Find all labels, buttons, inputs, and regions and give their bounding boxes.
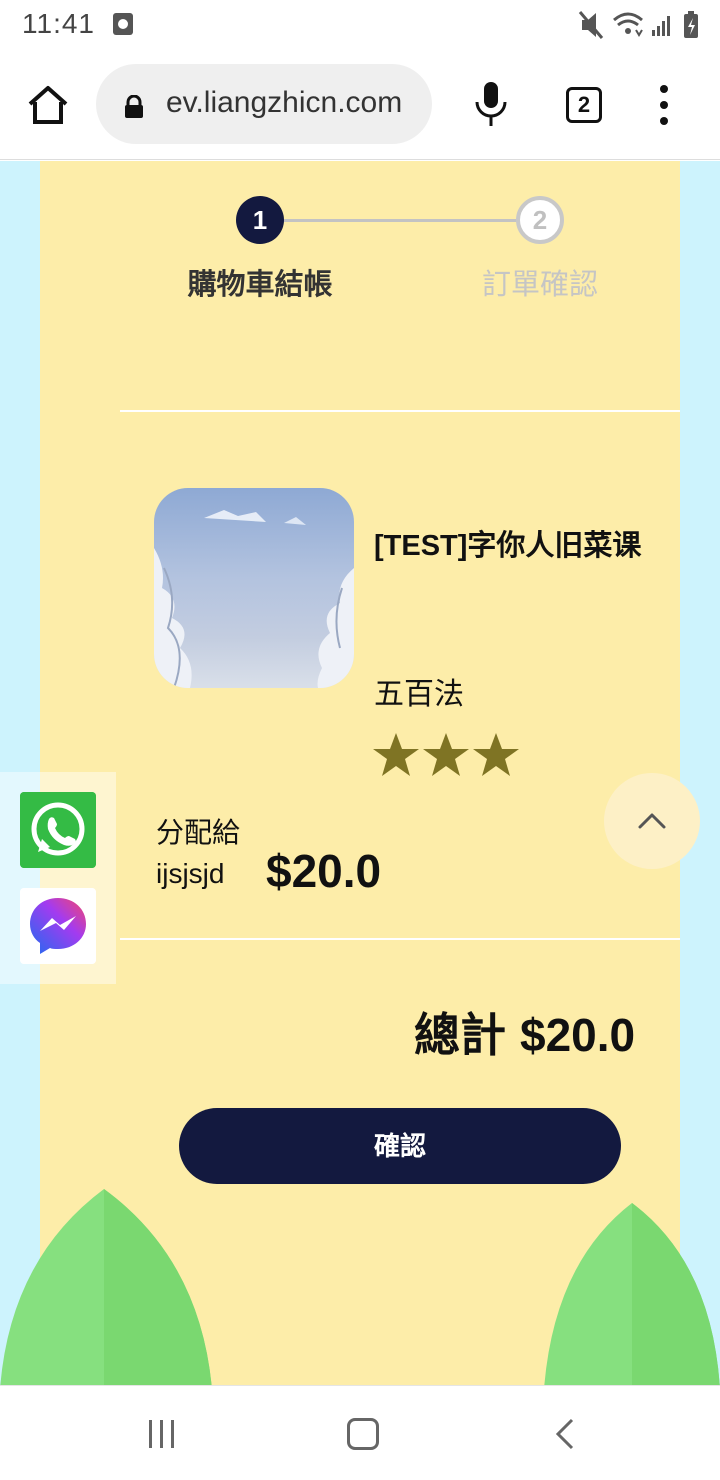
step-1-indicator: 1 <box>236 196 284 244</box>
assign-label: 分配給 <box>156 817 241 848</box>
battery-icon <box>684 11 698 38</box>
chevron-up-icon <box>638 813 666 829</box>
assignee-name: ijsjsjd <box>156 858 225 889</box>
recent-apps-icon[interactable] <box>146 1418 178 1450</box>
divider <box>120 938 680 940</box>
lock-icon <box>125 95 143 118</box>
messenger-icon[interactable] <box>20 888 96 964</box>
star-icon <box>473 733 519 776</box>
confirm-button[interactable]: 確認 <box>179 1108 621 1184</box>
more-menu-icon[interactable] <box>652 82 676 128</box>
leaf-decoration-right <box>544 1203 720 1385</box>
home-nav-icon[interactable] <box>347 1418 379 1450</box>
snow-forest-image <box>154 510 354 688</box>
total-label: 總計 <box>414 1009 506 1061</box>
star-icon <box>373 733 419 776</box>
wifi-icon <box>613 12 643 37</box>
leaf-decoration-left <box>0 1189 212 1385</box>
back-icon[interactable] <box>552 1418 578 1450</box>
social-chat-panel <box>0 772 116 984</box>
status-icons <box>578 11 698 39</box>
status-bar: 11:41 <box>0 0 720 50</box>
page-content: 1 2 購物車結帳 訂單確認 [TEST]字你人旧菜课 五百法 分配給 ijsj… <box>0 161 720 1385</box>
app-notification-icon <box>113 13 133 35</box>
step-1-label: 購物車結帳 <box>187 269 333 301</box>
total-value: $20.0 <box>520 1009 636 1061</box>
step-2-label: 訂單確認 <box>481 269 598 301</box>
stepper-line <box>282 219 518 222</box>
whatsapp-icon[interactable] <box>20 792 96 868</box>
product-subtitle: 五百法 <box>374 678 464 711</box>
product-thumbnail <box>154 488 354 688</box>
scroll-to-top-button[interactable] <box>604 773 700 869</box>
product-name: [TEST]字你人旧菜课 <box>374 530 642 562</box>
tabs-button[interactable]: 2 <box>566 87 602 123</box>
browser-toolbar: ev.liangzhicn.com 2 <box>0 50 720 160</box>
star-icon <box>423 733 469 776</box>
system-nav-bar <box>0 1385 720 1480</box>
mute-icon <box>578 11 604 39</box>
url-text: ev.liangzhicn.com <box>166 86 403 119</box>
rating-stars <box>373 733 519 776</box>
divider <box>120 410 680 412</box>
status-time: 11:41 <box>22 8 95 39</box>
signal-icon <box>652 16 670 36</box>
order-total: 總計 $20.0 <box>414 999 649 1065</box>
product-price: $20.0 <box>266 845 382 897</box>
address-bar[interactable]: ev.liangzhicn.com <box>96 64 432 144</box>
home-icon[interactable] <box>26 83 70 127</box>
mic-icon[interactable] <box>474 80 508 130</box>
step-2-indicator: 2 <box>516 196 564 244</box>
